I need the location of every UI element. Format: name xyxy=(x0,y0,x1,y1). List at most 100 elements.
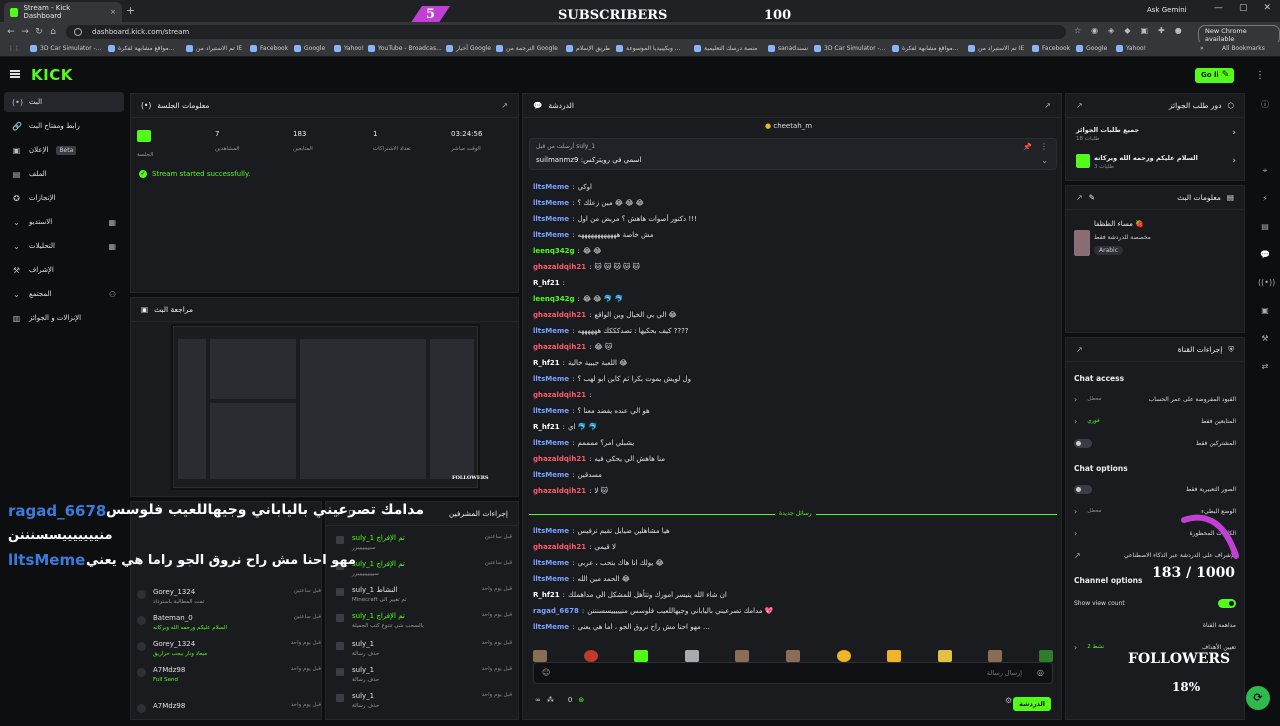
chat-message[interactable]: lltsMeme: كيف بحكيها : تصدكككك ههههههه ??… xyxy=(533,324,1043,338)
sidebar-item-stream[interactable]: (•) البث xyxy=(4,92,124,112)
emote-icon[interactable] xyxy=(533,650,547,662)
chat-username[interactable]: leenq342g xyxy=(533,247,575,255)
popout-icon[interactable]: ↗ xyxy=(1076,101,1083,110)
menu-icon[interactable] xyxy=(10,70,20,78)
bookmark-item[interactable]: YouTube - Broadcas... xyxy=(368,45,442,52)
bookmark-item[interactable]: مواقع مشابهة لفكرة... xyxy=(892,45,958,52)
sidebar-item-community[interactable]: ⌄ المجتمع ⚇ xyxy=(4,284,124,304)
emotes-only-row[interactable]: الصور التعبيرية فقط xyxy=(1074,480,1236,498)
chat-username[interactable]: leenq342g xyxy=(533,295,575,303)
chat-message[interactable]: ghazaldqih21: 😂 🐱 xyxy=(533,340,1043,354)
activity-row[interactable]: Bateman_0 السلام عليكم ورحمه الله وبركاته… xyxy=(137,612,321,638)
bookmark-item[interactable]: ويكيبيديا الموسوعة ... xyxy=(616,45,681,52)
emote-icon[interactable] xyxy=(583,650,598,662)
maximize-icon[interactable]: ▢ xyxy=(1239,3,1248,13)
chat-message[interactable]: lltsMeme: الحمد مين الله 😂 xyxy=(533,572,1043,586)
settings-gear-icon[interactable]: ⚙ xyxy=(1005,696,1012,705)
followers-only-row[interactable]: › فوري المتابعين فقط xyxy=(1074,412,1236,430)
chat-username[interactable]: lltsMeme xyxy=(533,215,569,223)
document-icon[interactable]: ▤ xyxy=(1258,220,1272,234)
back-icon[interactable]: ← xyxy=(4,27,18,37)
raid-channel-row[interactable]: مداهمة القناة xyxy=(1074,616,1236,634)
all-bookmarks[interactable]: All Bookmarks xyxy=(1222,45,1265,52)
sidebar-item-studio[interactable]: ⌄ الاستديو ▦ xyxy=(4,212,124,232)
chat-message[interactable]: lltsMeme: مسدقين xyxy=(533,468,1043,482)
reload-icon[interactable]: ↻ xyxy=(32,27,46,37)
chat-username[interactable]: R_hf21 xyxy=(533,279,560,287)
bookmark-star-icon[interactable]: ☆ xyxy=(1074,26,1081,35)
more-icon[interactable]: ⋮ xyxy=(1040,142,1048,151)
chat-username[interactable]: ghazaldqih21 xyxy=(533,455,586,463)
chat-username[interactable]: lltsMeme xyxy=(533,559,569,567)
chat-message[interactable]: ragad_6678: مدامك تصرعيني بالياباني وجيها… xyxy=(533,604,1043,618)
chat-username[interactable]: ghazaldqih21 xyxy=(533,487,586,495)
mod-action-row[interactable]: suly_1 تم الإفراج بالسحب شي تتنوع كتب الج… xyxy=(332,610,512,636)
chat-username[interactable]: ghazaldqih21 xyxy=(533,543,586,551)
edit-icon[interactable]: ✎ xyxy=(1089,193,1095,202)
sidebar-item-moderation[interactable]: ⚒ الإشراف xyxy=(4,260,124,280)
chat-username[interactable]: R_hf21 xyxy=(533,359,560,367)
gift-icon[interactable]: ⁂ xyxy=(547,696,554,704)
bookmark-item[interactable]: مواقع مشابهة لفكرة... xyxy=(108,45,174,52)
support-chat-button[interactable]: ⟳ xyxy=(1246,686,1270,710)
sidebar-item-stream-key[interactable]: 🔗 رابط ومفتاح البث xyxy=(4,116,124,136)
chat-username[interactable]: ghazaldqih21 xyxy=(533,391,586,399)
reward-row[interactable]: جميع طلبات الجوائز طلبات 18 › xyxy=(1076,124,1236,146)
chat-message[interactable]: lltsMeme: ول لويش بموت بكرا ثم كاين ابو ل… xyxy=(533,372,1043,386)
show-view-count-toggle[interactable] xyxy=(1218,598,1236,608)
popout-icon[interactable]: ↗ xyxy=(1076,345,1083,354)
chat-message[interactable]: lltsMeme: يولك انا هاك بتحب ، عربي 😂 xyxy=(533,556,1043,570)
tab-close-icon[interactable]: × xyxy=(110,8,116,16)
popout-icon[interactable]: ↗ xyxy=(1076,193,1083,202)
sidebar-item-analytics[interactable]: ⌄ التحليلات ▦ xyxy=(4,236,124,256)
activity-row[interactable]: A7Mdz98 Full Send قبل يوم واحد xyxy=(137,664,321,690)
emote-icon[interactable] xyxy=(684,650,699,662)
url-field[interactable]: dashboard.kick.com/stream xyxy=(66,25,1066,39)
chat-username[interactable]: lltsMeme xyxy=(533,199,569,207)
pinned-message[interactable]: أرسلت من قبل suly_1 suilmanmz9 :اسمي في … xyxy=(529,138,1057,170)
chat-message[interactable]: lltsMeme: هيا مشاهلين ضيايل تقيم ترفيس xyxy=(533,524,1043,538)
sidebar-item-profile[interactable]: ▤ الملف xyxy=(4,164,124,184)
activity-row[interactable]: Gorey_1324 ميعاد ونار ببجب حراريق قبل يوم … xyxy=(137,638,321,664)
extension-icon[interactable]: ◆ xyxy=(1124,26,1130,35)
bookmark-item[interactable]: Facebook xyxy=(1032,45,1070,52)
bookmark-item[interactable]: Facebook xyxy=(250,45,288,52)
browser-tab[interactable]: Stream - Kick Dashboard × xyxy=(4,2,122,22)
bookmark-item[interactable]: تم الاستيراد من IE xyxy=(186,45,242,52)
site-info-icon[interactable] xyxy=(74,28,82,36)
emote-icon[interactable] xyxy=(887,650,902,662)
chat-message[interactable]: R_hf21: ان شاء الله يتيسر امورك وتتأهل لل… xyxy=(533,588,1043,602)
extension-icon[interactable]: ◈ xyxy=(1108,26,1114,35)
emote-icon[interactable] xyxy=(937,650,952,662)
profile-icon[interactable]: ● xyxy=(1175,26,1182,35)
chat-username[interactable]: lltsMeme xyxy=(533,623,569,631)
bookmark-item[interactable]: طريق الإسلام xyxy=(566,45,610,52)
reward-row[interactable]: السلام عليكم ورحمه الله وبركاته طلبات 3 … xyxy=(1076,152,1236,174)
emote-icon[interactable] xyxy=(988,650,1003,662)
chat-bubble-icon[interactable]: 💬 xyxy=(1258,248,1272,262)
subscribers-only-toggle[interactable] xyxy=(1074,438,1092,448)
more-bookmarks-icon[interactable]: » xyxy=(1200,45,1204,52)
chat-message[interactable]: lltsMeme: مين زعلك ؟ 😂 😂 😂 xyxy=(533,196,1043,210)
chat-message[interactable]: ghazaldqih21: 🐱 🐱 🐱 🐱 🐱 xyxy=(533,260,1043,274)
bookmark-item[interactable]: 3D Car Simulator -... xyxy=(814,45,885,52)
chat-username[interactable]: ghazaldqih21 xyxy=(533,343,586,351)
mod-action-row[interactable]: suly_1 حذف رسالة قبل يوم واحد xyxy=(332,690,512,716)
infinity-icon[interactable]: ∞ xyxy=(535,696,541,704)
chat-message[interactable]: lltsMeme: اوكي xyxy=(533,180,1043,194)
chat-message[interactable]: ghazaldqih21: لا 🐱 xyxy=(533,484,1043,498)
popout-icon[interactable]: ↗ xyxy=(501,101,508,110)
subscribers-only-row[interactable]: المشتركين فقط xyxy=(1074,434,1236,452)
bookmark-item[interactable]: Google xyxy=(294,45,325,52)
chat-message[interactable]: lltsMeme: هو الي عنده يفضد معنا ؟ xyxy=(533,404,1043,418)
bookmark-item[interactable]: sanadنسند xyxy=(768,45,808,52)
chat-message[interactable]: R_hf21: xyxy=(533,276,1043,290)
chat-username[interactable]: lltsMeme xyxy=(533,375,569,383)
bookmark-item[interactable]: الترجمة من Google xyxy=(496,45,558,52)
emote-icon[interactable] xyxy=(785,650,800,662)
new-tab-button[interactable]: + xyxy=(126,4,135,17)
extensions-puzzle-icon[interactable]: ✚ xyxy=(1158,26,1165,35)
bookmark-item[interactable]: 3D Car Simulator -... xyxy=(30,45,101,52)
minimize-icon[interactable]: — xyxy=(1214,3,1223,13)
chat-message[interactable]: ghazaldqih21: xyxy=(533,388,1043,402)
